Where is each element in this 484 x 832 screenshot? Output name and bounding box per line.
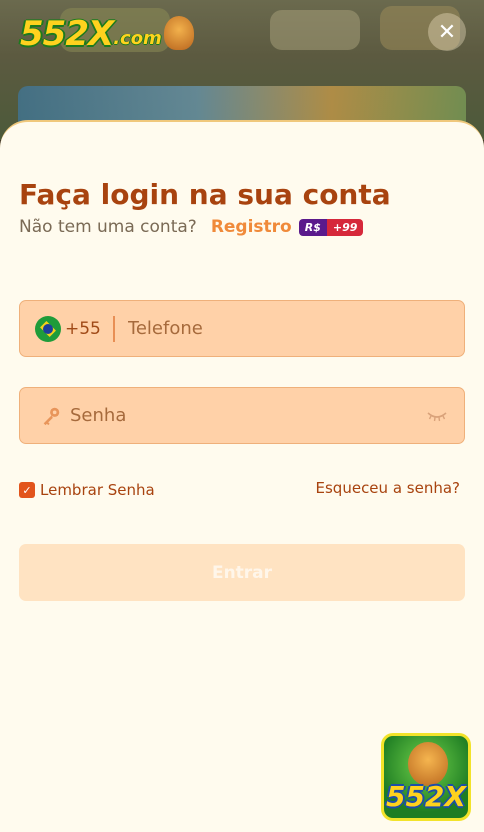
remember-checkbox[interactable]: ✓	[19, 482, 35, 498]
mascot-icon	[163, 16, 194, 50]
logo-suffix: .com	[113, 28, 162, 49]
password-input[interactable]	[62, 388, 426, 443]
phone-field: +55	[19, 300, 465, 357]
no-account-text: Não tem uma conta?	[19, 217, 197, 237]
country-code[interactable]: +55	[65, 319, 101, 339]
remember-label: Lembrar Senha	[40, 481, 155, 499]
brazil-flag-icon	[35, 315, 61, 342]
close-button[interactable]: ✕	[428, 13, 466, 51]
app-badge-text: 552X	[385, 780, 467, 813]
login-sheet: Faça login na sua conta Não tem uma cont…	[0, 120, 484, 832]
key-icon	[43, 407, 60, 425]
eye-closed-icon[interactable]	[426, 409, 448, 423]
close-icon: ✕	[437, 19, 457, 45]
check-icon: ✓	[22, 483, 32, 497]
login-button[interactable]: Entrar	[19, 544, 465, 601]
logo-text: 552X	[20, 14, 114, 54]
password-field	[19, 387, 465, 444]
forgot-password-link[interactable]: Esqueceu a senha?	[316, 479, 460, 497]
background-decoration	[270, 10, 360, 50]
remember-password[interactable]: ✓ Lembrar Senha	[19, 481, 155, 499]
bonus-currency: R$	[298, 218, 327, 236]
phone-input[interactable]	[114, 301, 464, 356]
site-logo: 552X .com	[20, 10, 194, 54]
bonus-amount: +99	[326, 218, 364, 236]
bonus-badge: R$ +99	[298, 218, 364, 236]
page-title: Faça login na sua conta	[19, 178, 391, 211]
register-link[interactable]: Registro	[211, 217, 292, 237]
app-download-badge[interactable]: 552X	[381, 733, 471, 821]
register-prompt: Não tem uma conta? Registro R$ +99	[19, 217, 364, 237]
